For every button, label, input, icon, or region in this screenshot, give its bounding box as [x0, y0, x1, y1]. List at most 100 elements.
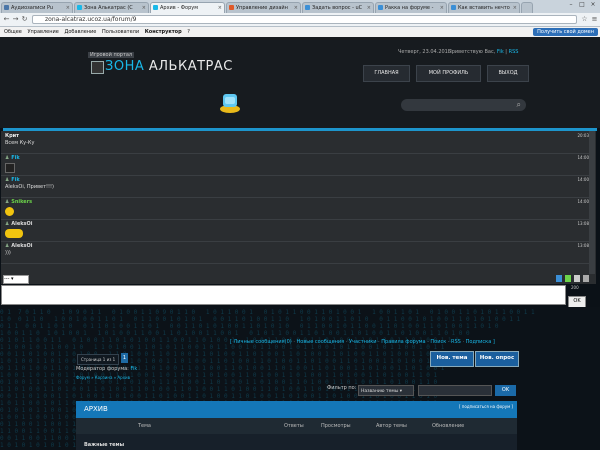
url-text: zona-alcatraz.ucoz.ua/forum/9: [45, 16, 137, 23]
link-rss[interactable]: RSS: [451, 339, 461, 345]
link-private-messages[interactable]: Личные сообщения(0): [234, 339, 292, 345]
forward-icon[interactable]: →: [11, 15, 20, 24]
moderator-info: Модератор форума: Fik: [76, 366, 137, 372]
filter-input[interactable]: [418, 385, 492, 396]
chat-message-input[interactable]: [1, 285, 566, 305]
rss-link[interactable]: RSS: [509, 49, 519, 55]
menu-icon[interactable]: ≡: [590, 15, 599, 24]
close-icon[interactable]: ×: [440, 3, 444, 13]
chat-time: 14:00: [577, 155, 589, 160]
nav-home-button[interactable]: ГЛАВНАЯ: [363, 65, 410, 82]
link-members[interactable]: Участники: [349, 339, 377, 345]
browser-tab[interactable]: Зона Алькатрас (С ×: [74, 2, 149, 13]
get-domain-button[interactable]: Получить свой домен: [533, 28, 598, 36]
table-header: Тема Ответы Просмотры Автор темы Обновле…: [76, 418, 517, 434]
chat-select[interactable]: --- ▾: [3, 275, 29, 284]
link-search[interactable]: Поиск: [430, 339, 446, 345]
link-subscription[interactable]: Подписка: [466, 339, 492, 345]
browser-tab[interactable]: Аудиозаписи Pu ×: [1, 2, 73, 13]
admin-menu-general[interactable]: Общее: [4, 29, 22, 35]
tab-favicon-icon: [378, 5, 383, 10]
chat-author[interactable]: ♟ Fik: [5, 155, 20, 161]
browser-tab[interactable]: Ракка на форуме - ×: [375, 2, 447, 13]
site-logo[interactable]: ЗОНА АЛЬКАТРАС: [105, 59, 233, 74]
admin-menu-add[interactable]: Добавление: [64, 29, 96, 35]
page-1-button[interactable]: 1: [121, 353, 128, 363]
tab-favicon-icon: [229, 5, 234, 10]
maximize-icon[interactable]: □: [577, 1, 587, 9]
close-window-icon[interactable]: ×: [588, 1, 598, 9]
tab-label: Ракка на форуме -: [385, 5, 434, 11]
chat-text: AleksOi, Привет!!!): [5, 184, 54, 190]
browser-tab[interactable]: Задать вопрос - uC ×: [302, 2, 374, 13]
chat-author-name: AleksOi: [11, 221, 33, 227]
filter-select-value: Названию темы: [361, 389, 399, 394]
chat-author[interactable]: Крит: [5, 133, 19, 139]
browser-tab-strip: Аудиозаписи Pu × Зона Алькатрас (С × Архив…: [0, 0, 600, 13]
admin-menu-help[interactable]: ?: [187, 29, 190, 35]
user-link[interactable]: Fik: [497, 49, 504, 55]
search-icon[interactable]: ⌕: [517, 100, 521, 110]
smiley-icon[interactable]: [565, 275, 571, 282]
chat-author-name: Fik: [11, 177, 20, 183]
chat-author[interactable]: ♟ Snikers: [5, 199, 32, 205]
close-icon[interactable]: ×: [367, 3, 371, 13]
tab-label: Архив - Форум: [160, 5, 199, 11]
new-tab-button[interactable]: [521, 2, 533, 13]
tab-label: Задать вопрос - uC: [312, 5, 363, 11]
user-icon: ♟: [5, 221, 10, 227]
nav-logout-button[interactable]: ВЫХОД: [487, 65, 529, 82]
close-icon[interactable]: ×: [218, 3, 222, 13]
emoticon-icon: [5, 207, 14, 216]
nav-profile-button[interactable]: МОЙ ПРОФИЛЬ: [416, 65, 481, 82]
chat-message: ♟ AleksOi 13:08: [1, 219, 591, 242]
browser-tab[interactable]: Управление дизайн ×: [226, 2, 301, 13]
admin-menu-constructor[interactable]: Конструктор: [145, 29, 182, 35]
chat-author[interactable]: ♟ AleksOi: [5, 221, 32, 227]
moderator-link[interactable]: Fik: [130, 366, 137, 372]
close-icon[interactable]: ×: [294, 3, 298, 13]
admin-menu-users[interactable]: Пользователи: [102, 29, 139, 35]
new-poll-button[interactable]: Нов. опрос: [475, 351, 519, 367]
address-bar: ← → ↻ zona-alcatraz.ucoz.ua/forum/9 ☆ ≡: [0, 13, 600, 27]
tab-label: Аудиозаписи Pu: [11, 5, 54, 11]
link-forum-rules[interactable]: Правила форума: [381, 339, 425, 345]
user-icon: ♟: [5, 155, 10, 161]
close-icon[interactable]: ×: [142, 3, 146, 13]
close-icon[interactable]: ×: [513, 3, 517, 13]
history-icon[interactable]: [583, 275, 589, 282]
back-icon[interactable]: ←: [2, 15, 11, 24]
user-icon: ♟: [5, 243, 10, 249]
star-icon[interactable]: ☆: [580, 15, 589, 24]
chat-author[interactable]: ♟ Fik: [5, 177, 20, 183]
filter-ok-button[interactable]: OK: [495, 385, 516, 396]
link-new-messages[interactable]: Новые сообщения: [297, 339, 345, 345]
moderator-label: Модератор форума:: [76, 366, 129, 372]
minimize-icon[interactable]: –: [566, 1, 576, 9]
reload-icon[interactable]: ↻: [20, 15, 29, 24]
chat-time: 13:08: [577, 243, 589, 248]
subscribe-link[interactable]: [ подписаться на форум ]: [459, 404, 513, 409]
chat-time: 14:00: [577, 177, 589, 182]
tab-favicon-icon: [4, 5, 9, 10]
section-title: АРХИВ: [84, 405, 108, 413]
chat-author[interactable]: ♟ AleksOi: [5, 243, 32, 249]
chat-scrollbar[interactable]: [589, 131, 595, 274]
chat-message: Крит Всем Ку-Ку 20:03: [1, 131, 591, 154]
close-icon[interactable]: ×: [66, 3, 70, 13]
chip-icon: [91, 61, 104, 74]
browser-tab-active[interactable]: Архив - Форум ×: [150, 2, 225, 13]
refresh-icon[interactable]: [556, 275, 562, 282]
col-author: Автор темы: [376, 423, 407, 429]
tab-label: Управление дизайн: [236, 5, 288, 11]
breadcrumb[interactable]: Форум » Корзина » Архив: [76, 375, 130, 380]
url-input[interactable]: zona-alcatraz.ucoz.ua/forum/9: [32, 15, 577, 24]
settings-icon[interactable]: [574, 275, 580, 282]
new-topic-button[interactable]: Нов. тема: [430, 351, 474, 367]
filter-select[interactable]: Названию темы ▾: [358, 385, 414, 396]
search-input[interactable]: ⌕: [401, 99, 526, 111]
logo-subtitle: Игровой портал: [88, 52, 135, 58]
browser-tab[interactable]: Как вставить нечто ×: [448, 2, 520, 13]
admin-menu-manage[interactable]: Управление: [27, 29, 58, 35]
tab-favicon-icon: [305, 5, 310, 10]
